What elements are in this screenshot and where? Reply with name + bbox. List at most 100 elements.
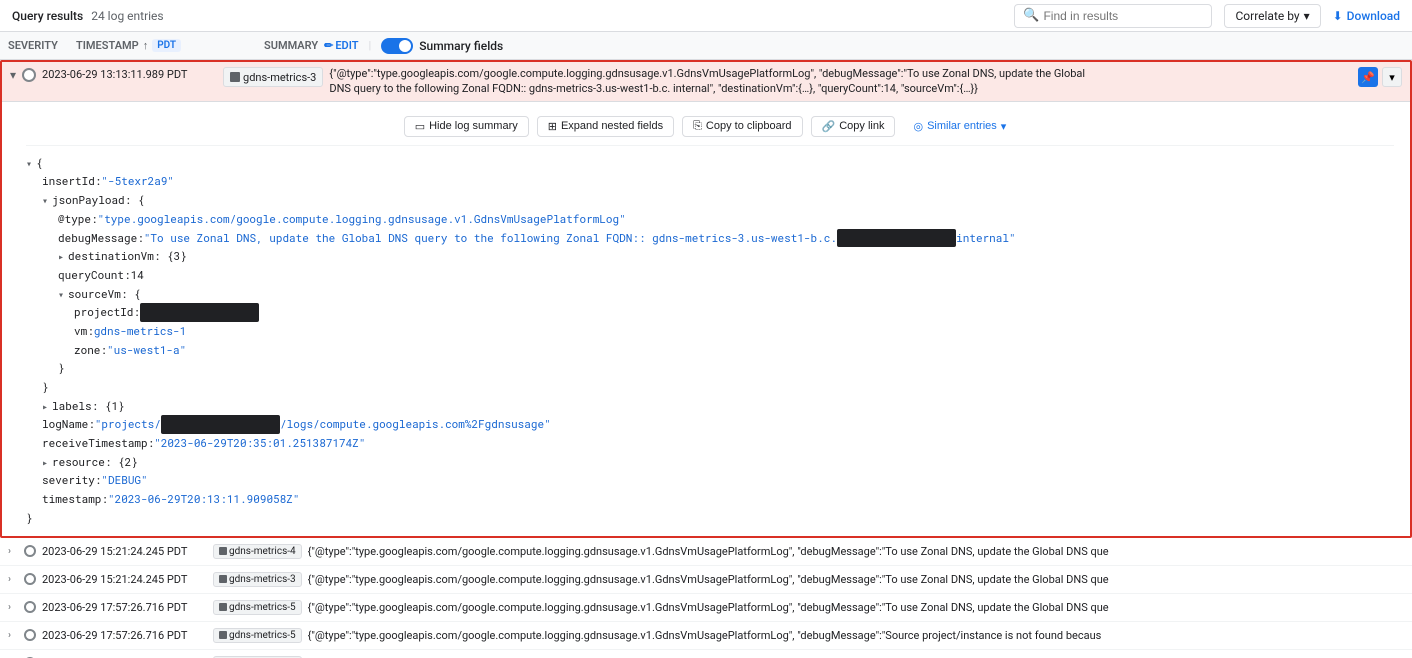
json-tree: ▾ { insertId: "-5texr2a9" ▾ jsonPayload:… — [26, 154, 1394, 528]
json-sourcevm-close: } — [26, 359, 1394, 378]
chevron-down-icon: ▾ — [1304, 9, 1310, 23]
pin-button[interactable]: 📌 — [1358, 67, 1378, 87]
sort-ascending-icon[interactable]: ↑ — [143, 39, 149, 52]
expanded-entry-header[interactable]: ▾ 2023-06-29 13:13:11.989 PDT gdns-metri… — [2, 62, 1410, 101]
expand-sourcevm-icon[interactable]: ▾ — [58, 286, 64, 303]
entry-summary-text: {"@type":"type.googleapis.com/google.com… — [329, 66, 1352, 97]
row-summary-text: {"@type":"type.googleapis.com/google.com… — [308, 573, 1404, 586]
download-label: Download — [1347, 9, 1400, 23]
row-resource-icon — [219, 603, 227, 611]
similar-entries-button[interactable]: ◎ Similar entries ▾ — [903, 117, 1016, 136]
download-icon: ⬇ — [1333, 9, 1343, 23]
json-destinationvm: ▸ destinationVm: {3} — [26, 247, 1394, 266]
json-projectid: projectId: — [26, 303, 1394, 322]
json-zone: zone: "us-west1-a" — [26, 341, 1394, 360]
row-timestamp: 2023-06-29 15:21:24.245 PDT — [42, 573, 207, 586]
expand-nested-button[interactable]: ⊞ Expand nested fields — [537, 116, 674, 137]
log-entries-container: ▾ 2023-06-29 13:13:11.989 PDT gdns-metri… — [0, 60, 1412, 658]
col-timestamp: TIMESTAMP ↑ PDT — [76, 39, 256, 52]
content-toolbar: ▭ Hide log summary ⊞ Expand nested field… — [26, 110, 1394, 146]
correlate-label: Correlate by — [1235, 9, 1299, 23]
json-querycount: queryCount: 14 — [26, 266, 1394, 285]
redacted-block-1 — [837, 229, 956, 248]
col-summary: SUMMARY ✏ EDIT | Summary fields — [264, 38, 1404, 54]
expand-icon: ⊞ — [548, 120, 557, 133]
expand-row-icon[interactable]: › — [8, 546, 18, 557]
find-in-results-container: 🔍 — [1014, 4, 1212, 28]
row-timestamp: 2023-06-29 15:21:24.245 PDT — [42, 545, 207, 558]
expand-resource-icon[interactable]: ▸ — [42, 454, 48, 471]
more-options-button[interactable]: ▾ — [1382, 67, 1402, 87]
json-debugmessage: debugMessage: "To use Zonal DNS, update … — [26, 229, 1394, 248]
timezone-selector[interactable]: PDT — [152, 39, 181, 52]
top-toolbar: Query results 24 log entries 🔍 Correlate… — [0, 0, 1412, 32]
log-row[interactable]: › 2023-06-29 17:57:26.716 PDT gdns-metri… — [0, 650, 1412, 658]
correlate-by-button[interactable]: Correlate by ▾ — [1224, 4, 1320, 28]
entry-timestamp: 2023-06-29 13:13:11.989 PDT — [42, 68, 217, 81]
query-results-label: Query results — [12, 9, 83, 23]
expand-labels-icon[interactable]: ▸ — [42, 398, 48, 415]
redacted-block-3 — [161, 415, 280, 434]
copy-to-clipboard-button[interactable]: ⎘ Copy to clipboard — [682, 116, 802, 137]
json-root-open: ▾ { — [26, 154, 1394, 173]
download-button[interactable]: ⬇ Download — [1333, 9, 1400, 23]
resource-tag-icon — [230, 72, 240, 82]
json-labels: ▸ labels: {1} — [26, 397, 1394, 416]
row-severity-icon — [24, 601, 36, 613]
copy-link-button[interactable]: 🔗 Copy link — [811, 116, 896, 137]
col-severity: SEVERITY — [8, 39, 68, 52]
row-resource-tag: gdns-metrics-4 — [213, 544, 302, 559]
log-row[interactable]: › 2023-06-29 15:21:24.245 PDT gdns-metri… — [0, 538, 1412, 566]
json-jsonpayload-open: ▾ jsonPayload: { — [26, 191, 1394, 210]
json-sourcevm-open: ▾ sourceVm: { — [26, 285, 1394, 304]
row-timestamp: 2023-06-29 17:57:26.716 PDT — [42, 629, 207, 642]
similar-icon: ◎ — [913, 120, 923, 133]
hide-summary-icon: ▭ — [415, 120, 425, 133]
row-resource-tag: gdns-metrics-5 — [213, 628, 302, 643]
json-payload-close: } — [26, 378, 1394, 397]
link-icon: 🔗 — [822, 120, 836, 133]
redacted-block-2 — [140, 303, 259, 322]
toggle-pill[interactable] — [381, 38, 413, 54]
search-icon: 🔍 — [1023, 8, 1039, 23]
row-resource-tag: gdns-metrics-3 — [213, 572, 302, 587]
log-rows-container: › 2023-06-29 15:21:24.245 PDT gdns-metri… — [0, 538, 1412, 658]
expanded-entry-content: ▭ Hide log summary ⊞ Expand nested field… — [2, 101, 1410, 536]
expand-row-icon[interactable]: › — [8, 574, 18, 585]
log-count: 24 log entries — [91, 9, 163, 23]
expand-row-icon[interactable]: › — [8, 602, 18, 613]
row-resource-icon — [219, 547, 227, 555]
row-summary-text: {"@type":"type.googleapis.com/google.com… — [308, 601, 1404, 614]
row-resource-icon — [219, 575, 227, 583]
log-row[interactable]: › 2023-06-29 17:57:26.716 PDT gdns-metri… — [0, 622, 1412, 650]
row-summary-text: {"@type":"type.googleapis.com/google.com… — [308, 629, 1404, 642]
summary-fields-toggle[interactable]: Summary fields — [381, 38, 503, 54]
json-vm: vm: gdns-metrics-1 — [26, 322, 1394, 341]
hide-log-summary-button[interactable]: ▭ Hide log summary — [404, 116, 529, 137]
json-insertid: insertId: "-5texr2a9" — [26, 172, 1394, 191]
json-resource: ▸ resource: {2} — [26, 453, 1394, 472]
log-row[interactable]: › 2023-06-29 17:57:26.716 PDT gdns-metri… — [0, 594, 1412, 622]
edit-summary-button[interactable]: ✏ EDIT — [324, 39, 358, 52]
row-resource-icon — [219, 631, 227, 639]
entry-resource-tag: gdns-metrics-3 — [223, 67, 323, 87]
expand-root-icon[interactable]: ▾ — [26, 155, 32, 172]
find-input[interactable] — [1043, 9, 1203, 23]
row-summary-text: {"@type":"type.googleapis.com/google.com… — [308, 545, 1404, 558]
row-severity-icon — [24, 629, 36, 641]
log-row[interactable]: › 2023-06-29 15:21:24.245 PDT gdns-metri… — [0, 566, 1412, 594]
json-timestamp: timestamp: "2023-06-29T20:13:11.909058Z" — [26, 490, 1394, 509]
column-headers: SEVERITY TIMESTAMP ↑ PDT SUMMARY ✏ EDIT … — [0, 32, 1412, 60]
entry-actions: 📌 ▾ — [1358, 67, 1402, 87]
collapse-arrow-icon[interactable]: ▾ — [10, 68, 16, 82]
json-severity: severity: "DEBUG" — [26, 471, 1394, 490]
expand-dest-icon[interactable]: ▸ — [58, 248, 64, 265]
expand-payload-icon[interactable]: ▾ — [42, 192, 48, 209]
expand-row-icon[interactable]: › — [8, 630, 18, 641]
json-logname: logName: "projects/ /logs/compute.google… — [26, 415, 1394, 434]
json-type: @type: "type.googleapis.com/google.compu… — [26, 210, 1394, 229]
row-timestamp: 2023-06-29 17:57:26.716 PDT — [42, 601, 207, 614]
row-resource-tag: gdns-metrics-5 — [213, 600, 302, 615]
severity-icon-debug — [22, 68, 36, 82]
pencil-icon: ✏ — [324, 39, 333, 52]
